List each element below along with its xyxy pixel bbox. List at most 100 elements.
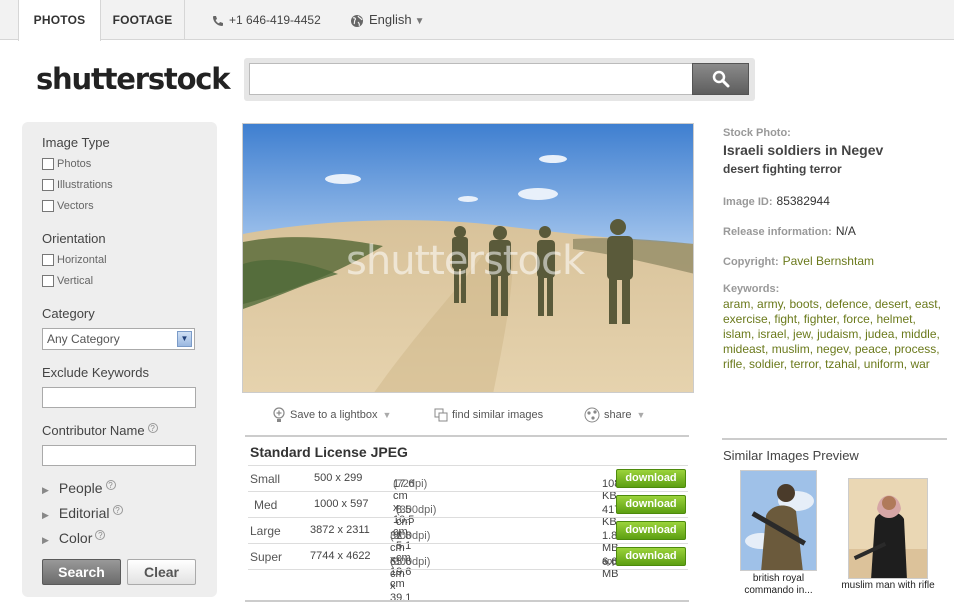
keyword-link[interactable]: army — [757, 297, 783, 311]
similar-image-caption[interactable]: british royal commando in... — [730, 573, 827, 597]
license-pixels: 1000 x 597 — [314, 498, 369, 510]
help-icon[interactable]: ? — [105, 480, 116, 490]
checkbox-label: Photos — [57, 158, 92, 170]
save-to-lightbox-button[interactable]: Save to a lightbox ▼ — [272, 405, 391, 425]
checkbox-box[interactable] — [42, 200, 54, 212]
keyword-link[interactable]: defence — [826, 297, 869, 311]
contributor-name-input[interactable] — [42, 445, 196, 466]
search-button[interactable] — [692, 63, 749, 95]
keyword-link[interactable]: force — [843, 312, 870, 326]
checkbox-horizontal[interactable]: Horizontal — [42, 254, 107, 266]
duplicate-icon — [434, 408, 448, 422]
caption-line: commando in... — [744, 585, 813, 596]
license-dpi: (300dpi) — [396, 504, 437, 516]
keyword-link[interactable]: fight — [774, 312, 797, 326]
divider — [245, 600, 689, 602]
keyword-link[interactable]: israel — [758, 327, 787, 341]
lightbulb-plus-icon — [273, 407, 285, 422]
keyword-link[interactable]: east — [915, 297, 938, 311]
download-button[interactable]: download — [616, 469, 686, 488]
keyword-link[interactable]: terror — [790, 357, 818, 371]
keyword-link[interactable]: desert — [875, 297, 908, 311]
orientation-heading: Orientation — [42, 231, 106, 246]
find-similar-images-button[interactable]: find similar images — [434, 405, 543, 425]
shutterstock-logo[interactable]: shutterstock — [36, 62, 231, 96]
tab-photos[interactable]: PHOTOS — [18, 0, 101, 41]
keyword-link[interactable]: muslim — [772, 342, 810, 356]
copyright-link[interactable]: Pavel Bernshtam — [783, 254, 874, 268]
similar-image-thumbnail[interactable] — [740, 470, 817, 571]
keyword-link[interactable]: process — [894, 342, 936, 356]
keyword-link[interactable]: peace — [855, 342, 888, 356]
keyword-link[interactable]: negev — [816, 342, 848, 356]
exclude-keywords-input[interactable] — [42, 387, 196, 408]
caption-line: muslim man with rifle — [841, 580, 935, 591]
similar-image-caption[interactable]: muslim man with rifle — [832, 580, 944, 592]
keyword-link[interactable]: uniform — [864, 357, 904, 371]
keyword-link[interactable]: islam — [723, 327, 751, 341]
keyword-link[interactable]: war — [910, 357, 929, 371]
keyword-link[interactable]: jew — [793, 327, 810, 341]
download-button[interactable]: download — [616, 521, 686, 540]
checkbox-box[interactable] — [42, 254, 54, 266]
checkbox-vectors[interactable]: Vectors — [42, 200, 94, 212]
share-button[interactable]: share ▼ — [584, 405, 645, 425]
checkbox-photos[interactable]: Photos — [42, 158, 91, 170]
image-id-row: Image ID: 85382944 — [723, 194, 830, 208]
checkbox-box[interactable] — [42, 158, 54, 170]
keyword-link[interactable]: aram — [723, 297, 750, 311]
keyword-link[interactable]: judea — [865, 327, 894, 341]
help-icon[interactable]: ? — [112, 505, 123, 515]
license-pixels: 7744 x 4622 — [310, 550, 371, 562]
category-selected-value: Any Category — [47, 332, 120, 346]
language-selector[interactable]: English ▼ — [350, 0, 425, 40]
caption-line: british royal — [752, 573, 805, 584]
checkbox-label: Horizontal — [57, 254, 107, 266]
expander-color[interactable]: ▶ Color? — [42, 530, 106, 546]
find-similar-label: find similar images — [452, 409, 544, 421]
watermark-text: shutterstock — [346, 238, 585, 284]
category-select[interactable]: Any Category ▼ — [42, 328, 195, 350]
copyright-label: Copyright: — [723, 256, 779, 268]
keyword-link[interactable]: mideast — [723, 342, 765, 356]
checkbox-box[interactable] — [42, 275, 54, 287]
license-pixels: 500 x 299 — [314, 472, 363, 484]
stock-photo-label: Stock Photo: — [723, 127, 791, 139]
help-icon[interactable]: ? — [147, 423, 158, 433]
expander-label: People — [58, 480, 103, 496]
keyword-link[interactable]: rifle — [723, 357, 742, 371]
checkbox-vertical[interactable]: Vertical — [42, 275, 93, 287]
keyword-link[interactable]: helmet — [876, 312, 912, 326]
tab-footage[interactable]: FOOTAGE — [101, 0, 185, 40]
download-button[interactable]: download — [616, 547, 686, 566]
phone-number[interactable]: +1 646-419-4452 — [212, 0, 321, 40]
license-dpi: (300dpi) — [390, 556, 431, 568]
license-size: Small — [250, 472, 281, 486]
expander-people[interactable]: ▶ People? — [42, 480, 116, 496]
keyword-link[interactable]: soldier — [749, 357, 784, 371]
keyword-link[interactable]: middle — [901, 327, 936, 341]
keyword-link[interactable]: exercise — [723, 312, 768, 326]
contributor-name-heading: Contributor Name? — [42, 423, 158, 438]
checkbox-label: Vectors — [57, 200, 94, 212]
chevron-down-icon: ▼ — [414, 16, 425, 27]
chevron-down-icon[interactable]: ▼ — [177, 331, 192, 347]
search-input[interactable] — [249, 63, 693, 95]
exclude-keywords-heading: Exclude Keywords — [42, 365, 149, 380]
release-info-row: Release information: N/A — [723, 224, 856, 238]
clear-filter-button[interactable]: Clear — [127, 559, 196, 585]
download-button[interactable]: download — [616, 495, 686, 514]
checkbox-illustrations[interactable]: Illustrations — [42, 179, 113, 191]
help-icon[interactable]: ? — [95, 530, 106, 540]
keyword-link[interactable]: tzahal — [825, 357, 857, 371]
checkbox-box[interactable] — [42, 179, 54, 191]
license-row-med: Med 1000 x 597 8.5 cm x 5.1 cm (300dpi) … — [248, 491, 688, 564]
language-label: English — [369, 12, 412, 27]
similar-image-thumbnail[interactable] — [848, 478, 928, 579]
expander-editorial[interactable]: ▶ Editorial? — [42, 505, 123, 521]
keyword-link[interactable]: boots — [789, 297, 818, 311]
keyword-link[interactable]: judaism — [817, 327, 858, 341]
keyword-link[interactable]: fighter — [804, 312, 837, 326]
search-filter-button[interactable]: Search — [42, 559, 121, 585]
expand-arrow-icon: ▶ — [42, 510, 49, 520]
